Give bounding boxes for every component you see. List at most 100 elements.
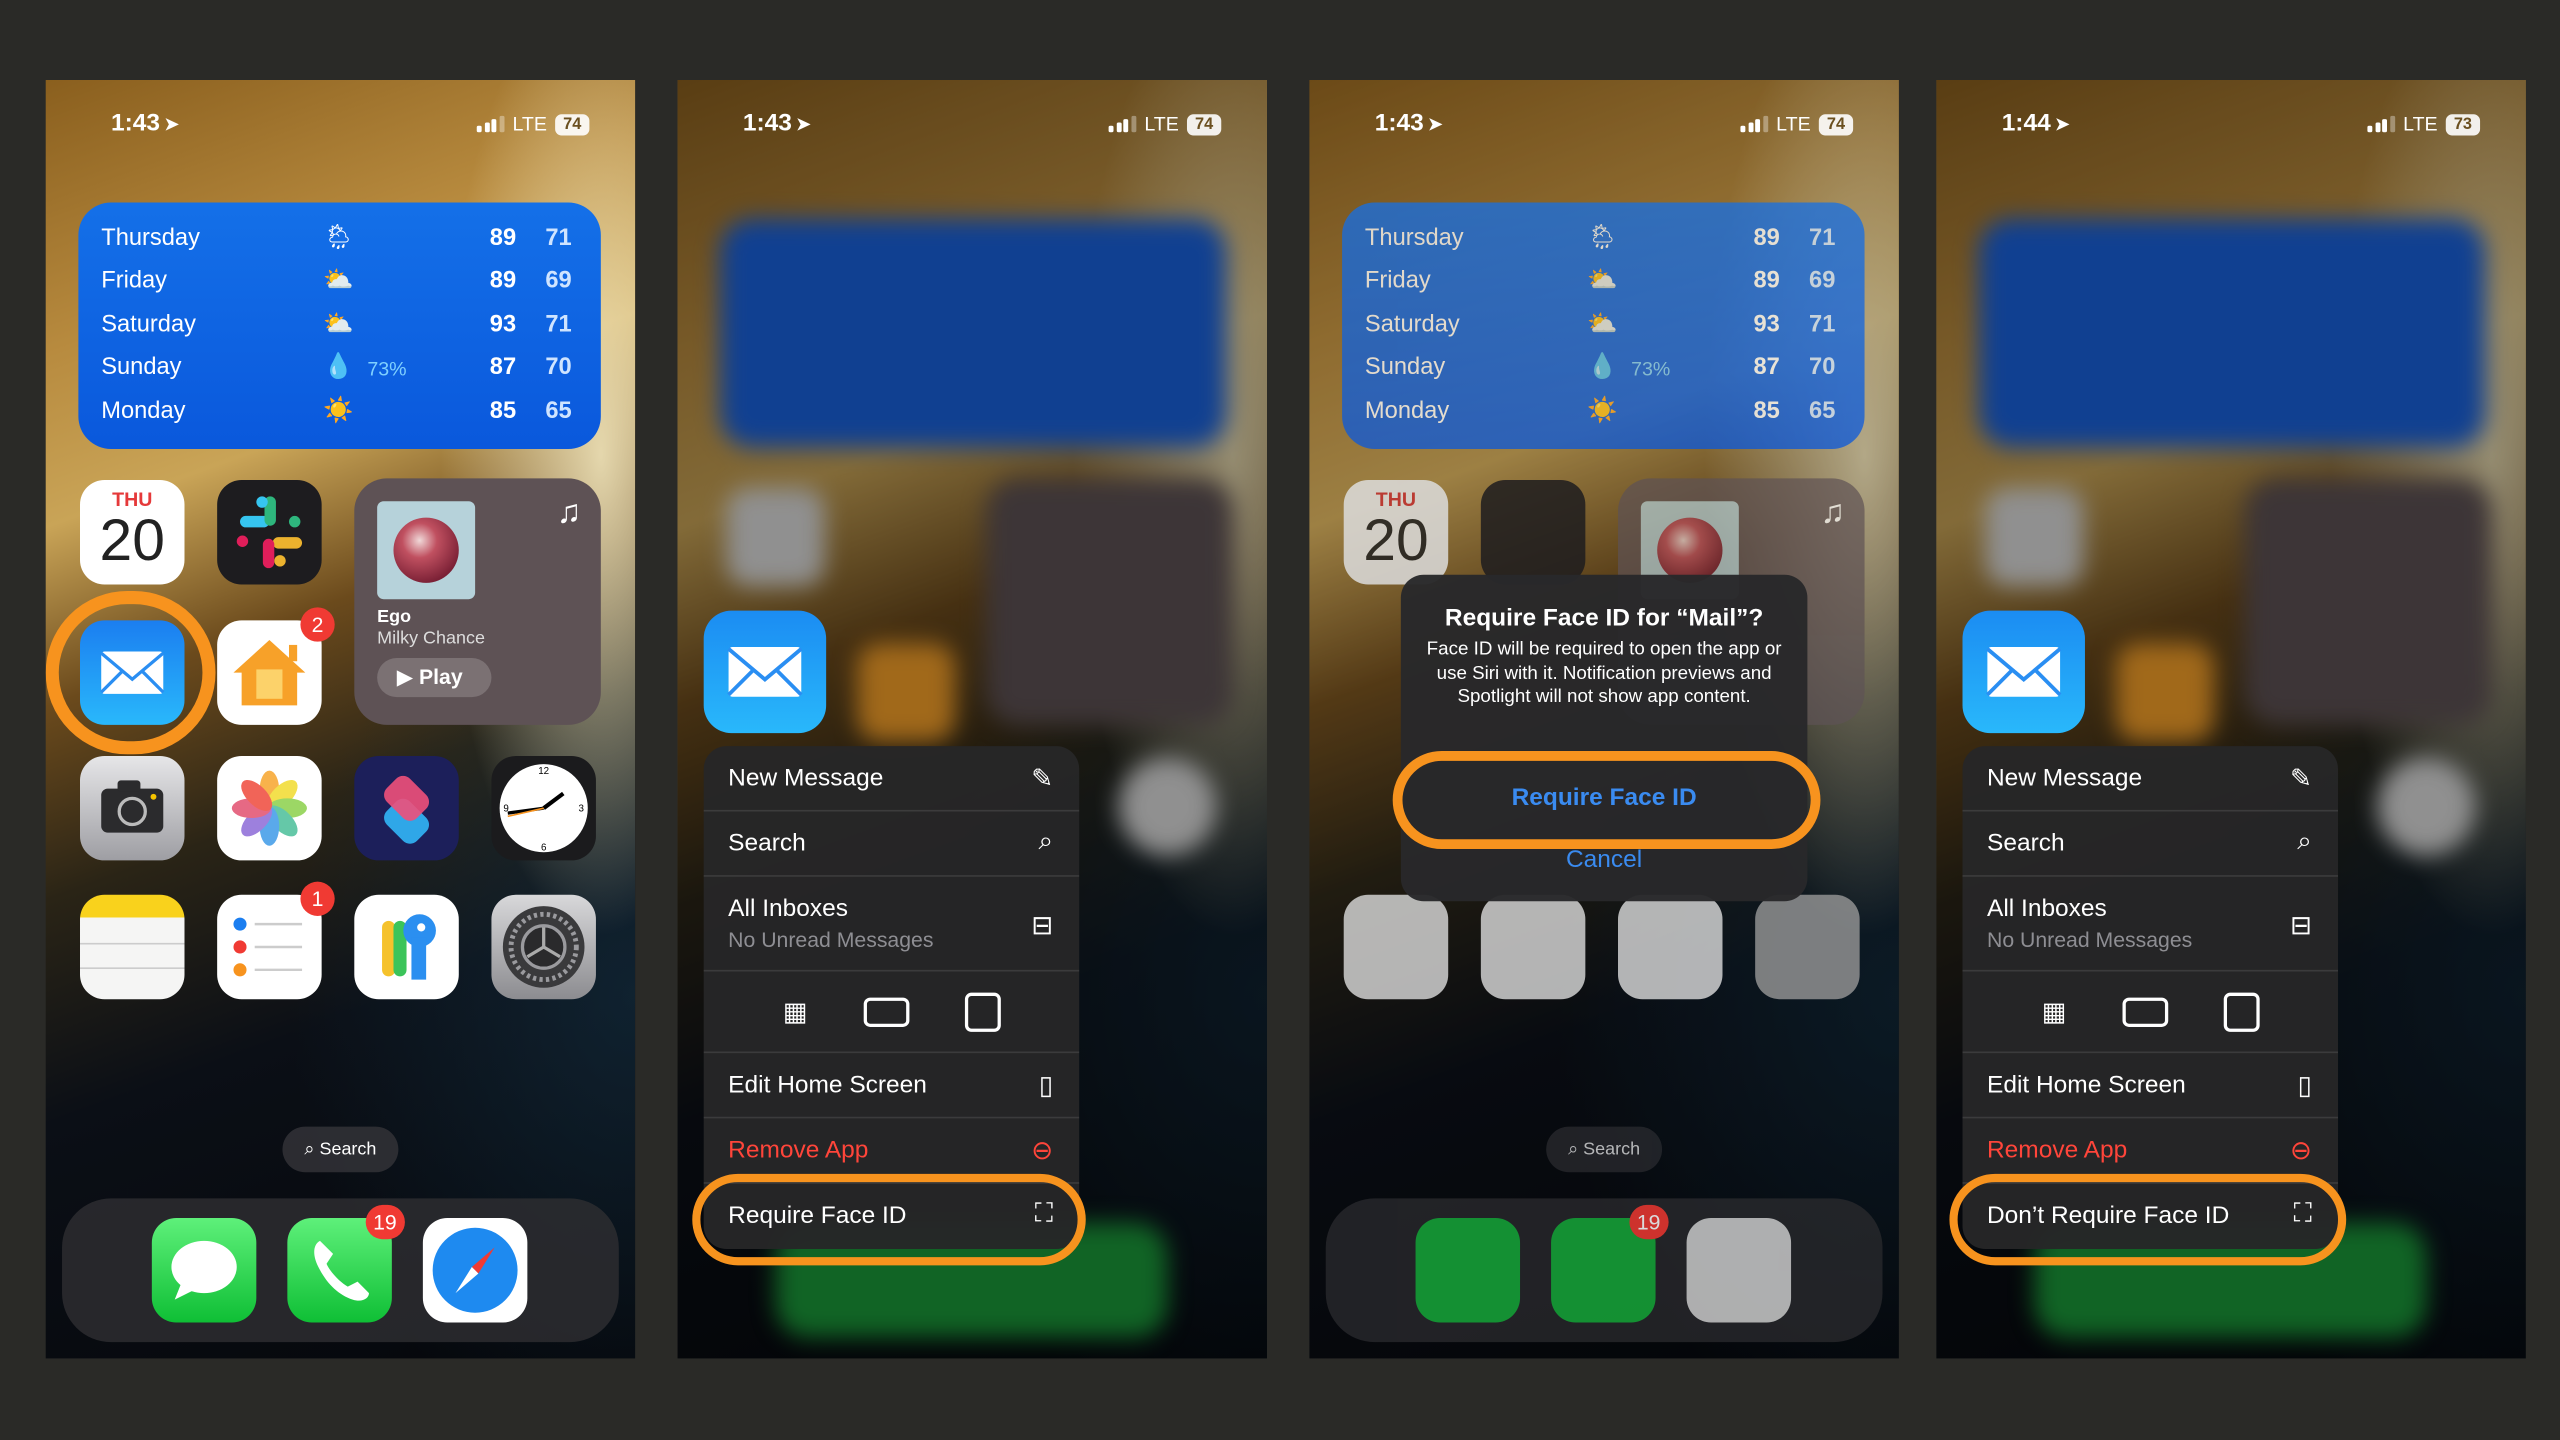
sun-icon: ☀️ xyxy=(1586,396,1618,424)
menu-item-label: Remove App xyxy=(1986,1136,2128,1165)
safari-app-icon xyxy=(1686,1217,1792,1323)
dock: 19 xyxy=(62,1198,619,1343)
forecast-day: Thursday xyxy=(101,225,200,252)
sun-icon: ☀️ xyxy=(323,396,354,424)
calendar-app-icon[interactable]: THU 20 xyxy=(80,480,185,585)
menu-item-sublabel: No Unread Messages xyxy=(1986,927,2193,952)
alert-message: Face ID will be required to open the app… xyxy=(1426,640,1782,707)
passwords-app-icon[interactable] xyxy=(354,894,459,1000)
signal-bars-icon xyxy=(2368,115,2395,133)
forecast-low: 70 xyxy=(1809,354,1836,381)
camera-app-icon[interactable] xyxy=(80,755,185,861)
play-label: Play xyxy=(418,664,463,689)
menu-item-edit-home-screen[interactable]: Edit Home Screen ▯ xyxy=(703,1053,1080,1119)
widget-medium-icon[interactable] xyxy=(2121,996,2168,1027)
keys-icon xyxy=(382,914,436,980)
gear-icon xyxy=(502,906,585,988)
status-time: 1:43 ➤ xyxy=(1374,109,1444,138)
widget-large-icon[interactable] xyxy=(2223,991,2259,1032)
home-app-icon[interactable]: 2 xyxy=(217,607,335,725)
settings-app-icon[interactable] xyxy=(491,894,596,1000)
widget-small-icon[interactable]: ▦ xyxy=(2042,995,2067,1028)
safari-app-icon[interactable] xyxy=(422,1217,528,1323)
svg-text:9: 9 xyxy=(503,803,508,814)
cancel-button[interactable]: Cancel xyxy=(1401,846,1808,874)
menu-item-all-inboxes[interactable]: All Inboxes No Unread Messages ⊟ xyxy=(703,877,1080,972)
music-note-icon: ♫ xyxy=(1820,494,1845,531)
weather-widget[interactable]: Thursday 🌦 89 71 Friday ⛅ 89 69 Saturday ⛅ 93 71 … xyxy=(78,202,601,449)
shortcuts-app-icon[interactable] xyxy=(354,755,459,861)
forecast-high: 89 xyxy=(489,225,517,252)
location-arrow-icon: ➤ xyxy=(163,112,180,136)
battery-indicator: 73 xyxy=(2445,113,2481,135)
widget-small-icon[interactable]: ▦ xyxy=(783,995,808,1028)
mail-app-icon[interactable] xyxy=(80,620,185,725)
forecast-day: Sunday xyxy=(1364,354,1446,381)
clock-app-icon[interactable]: 12 3 6 9 xyxy=(491,755,596,861)
music-widget[interactable]: ♫ Ego Milky Chance ▶ Play xyxy=(354,478,601,725)
forecast-high: 93 xyxy=(1753,311,1780,338)
search-icon: ⌕ xyxy=(2297,827,2312,856)
forecast-low: 69 xyxy=(545,268,572,295)
phone-panel-3-confirm-alert: 1:43 ➤ LTE 74 Thursday 🌦 89 71 Friday ⛅ 89 69 Sa… xyxy=(1309,80,1899,1359)
forecast-low: 71 xyxy=(1809,225,1836,252)
signal-bars-icon xyxy=(1109,115,1137,133)
reminders-app-icon[interactable]: 1 xyxy=(217,881,335,1000)
signal-bars-icon xyxy=(477,115,505,133)
menu-item-new-message[interactable]: New Message ✎ xyxy=(703,746,1080,812)
forecast-high: 89 xyxy=(1753,225,1780,252)
phone-app-icon[interactable]: 19 xyxy=(287,1204,405,1323)
menu-item-label: Edit Home Screen xyxy=(1986,1071,2186,1099)
forecast-low: 65 xyxy=(1809,397,1836,424)
inbox-tray-icon: ⊟ xyxy=(1031,912,1054,941)
slack-logo-icon xyxy=(236,496,303,569)
search-icon: ⌕ xyxy=(304,1139,320,1160)
partly-cloudy-icon: ⛅ xyxy=(1586,309,1618,338)
status-bar: 1:43 ➤ LTE 74 xyxy=(678,109,1267,142)
menu-item-search[interactable]: Search ⌕ xyxy=(703,811,1080,877)
svg-text:3: 3 xyxy=(579,803,585,814)
forecast-day: Thursday xyxy=(1364,225,1464,252)
minus-circle-icon: ⊖ xyxy=(1031,1137,1054,1166)
status-bar: 1:43 ➤ LTE 74 xyxy=(46,109,635,142)
music-note-icon: ♫ xyxy=(556,494,582,531)
widget-size-picker: ▦ xyxy=(1962,971,2339,1054)
status-time: 1:43 ➤ xyxy=(742,109,812,138)
play-button[interactable]: ▶ Play xyxy=(377,657,492,698)
forecast-row: Friday ⛅ 89 69 xyxy=(101,262,578,305)
notes-app-icon[interactable] xyxy=(80,894,185,1000)
phone-panel-1-home-screen: 1:43 ➤ LTE 74 Thursday 🌦 89 71 Friday ⛅ 89 69 Sa… xyxy=(45,80,636,1359)
photos-flower-icon xyxy=(231,770,307,846)
home-search-button[interactable]: ⌕ Search xyxy=(282,1126,399,1173)
menu-item-new-message[interactable]: New Message ✎ xyxy=(1962,746,2339,812)
widget-large-icon[interactable] xyxy=(964,991,1001,1032)
menu-item-sublabel: No Unread Messages xyxy=(728,927,934,952)
widget-medium-icon[interactable] xyxy=(862,996,909,1027)
inbox-tray-icon: ⊟ xyxy=(2290,912,2312,941)
menu-item-edit-home-screen[interactable]: Edit Home Screen ▯ xyxy=(1962,1053,2339,1119)
photos-app-icon[interactable] xyxy=(217,755,322,861)
reminders-app-icon xyxy=(1480,894,1586,1000)
play-icon: ▶ xyxy=(396,664,419,689)
mail-app-icon[interactable] xyxy=(703,610,827,734)
envelope-icon xyxy=(1986,646,2062,697)
tutorial-composite: 1:43 ➤ LTE 74 Thursday 🌦 89 71 Friday ⛅ 89 69 Sa… xyxy=(0,0,2560,1440)
menu-item-label: Remove App xyxy=(728,1136,869,1165)
raindrop-icon: 💧 xyxy=(1586,352,1618,381)
menu-item-all-inboxes[interactable]: All Inboxes No Unread Messages ⊟ xyxy=(1962,877,2339,972)
mail-app-icon[interactable] xyxy=(1962,610,2085,734)
forecast-low: 71 xyxy=(545,225,572,252)
calendar-date: 20 xyxy=(1363,506,1429,574)
search-icon: ⌕ xyxy=(1038,827,1054,856)
battery-indicator: 74 xyxy=(1818,113,1854,135)
slack-app-icon[interactable] xyxy=(217,480,322,585)
menu-item-label: Edit Home Screen xyxy=(728,1071,927,1099)
menu-item-search[interactable]: Search ⌕ xyxy=(1962,811,2339,877)
messages-app-icon[interactable] xyxy=(151,1217,257,1323)
status-time: 1:43 ➤ xyxy=(111,109,180,138)
compass-icon xyxy=(432,1227,518,1313)
forecast-day: Friday xyxy=(101,268,168,295)
precip-chance: 73% xyxy=(1631,357,1671,381)
search-label: Search xyxy=(1583,1139,1641,1160)
dont-require-face-id-highlight xyxy=(1949,1173,2347,1266)
